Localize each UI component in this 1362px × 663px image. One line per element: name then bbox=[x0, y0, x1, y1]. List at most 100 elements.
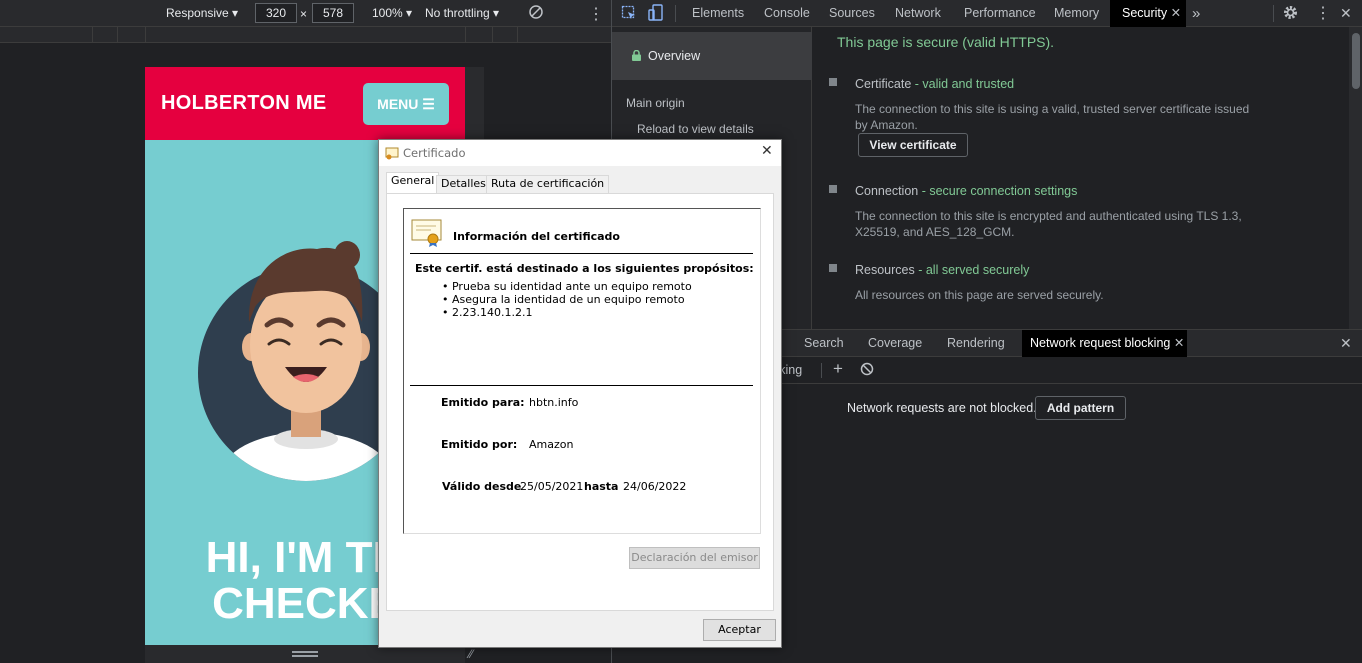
certificate-icon bbox=[385, 146, 399, 163]
security-scrollbar[interactable] bbox=[1349, 27, 1362, 329]
drawer-tab-search[interactable]: Search bbox=[804, 330, 844, 357]
drawer-tab-rendering[interactable]: Rendering bbox=[947, 330, 1005, 357]
close-tab-icon[interactable]: ✕ bbox=[1171, 6, 1181, 20]
menu-button[interactable]: MENU ☰ bbox=[363, 83, 449, 125]
tab-memory[interactable]: Memory bbox=[1054, 0, 1099, 27]
resources-status: - all served securely bbox=[914, 263, 1030, 277]
media-query-ruler bbox=[0, 27, 611, 43]
not-blocked-message: Network requests are not blocked. bbox=[847, 401, 1037, 415]
close-drawer-icon[interactable]: ✕ bbox=[1340, 335, 1352, 352]
more-tabs-icon[interactable]: » bbox=[1192, 0, 1200, 27]
tab-sources[interactable]: Sources bbox=[829, 0, 875, 27]
tab-security[interactable]: Security ✕ bbox=[1110, 0, 1186, 27]
certificate-info-heading: Información del certificado bbox=[453, 230, 620, 243]
more-options-icon[interactable]: ⋮ bbox=[588, 4, 604, 24]
throttling-select[interactable]: No throttling ▾ bbox=[425, 6, 499, 20]
inspect-element-icon[interactable] bbox=[621, 5, 637, 24]
connection-description: The connection to this site is encrypted… bbox=[855, 209, 1242, 239]
valid-to-label: hasta bbox=[584, 480, 619, 493]
close-dialog-icon[interactable]: ✕ bbox=[761, 143, 773, 159]
tab-elements[interactable]: Elements bbox=[692, 0, 744, 27]
resize-handle-icon[interactable] bbox=[292, 651, 318, 653]
tab-details[interactable]: Detalles bbox=[436, 175, 491, 193]
tab-performance[interactable]: Performance bbox=[964, 0, 1036, 27]
toolbar-divider bbox=[1273, 5, 1274, 22]
certificate-status: - valid and trusted bbox=[911, 77, 1015, 91]
tab-network[interactable]: Network bbox=[895, 0, 941, 27]
issued-to-label: Emitido para: bbox=[441, 396, 525, 409]
purpose-heading: Este certif. está destinado a los siguie… bbox=[415, 262, 754, 275]
sidebar-item-reload[interactable]: Reload to view details bbox=[637, 122, 754, 136]
divider bbox=[410, 385, 753, 386]
overview-label: Overview bbox=[648, 49, 701, 63]
divider bbox=[410, 253, 753, 254]
ruler-tick bbox=[465, 27, 466, 43]
issued-by-value: Amazon bbox=[529, 438, 574, 451]
hamburger-icon: ☰ bbox=[422, 96, 435, 112]
resources-heading: Resources - all served securely bbox=[855, 263, 1029, 277]
add-pattern-button[interactable]: Add pattern bbox=[1035, 396, 1126, 420]
resources-description: All resources on this page are served se… bbox=[855, 288, 1104, 302]
devtools-tabbar: Elements Console Sources Network Perform… bbox=[612, 0, 1362, 27]
zoom-select[interactable]: 100% ▾ bbox=[372, 6, 412, 20]
device-toggle-icon[interactable] bbox=[648, 4, 664, 25]
certificate-info-box: Información del certificado Este certif.… bbox=[403, 208, 761, 534]
site-brand[interactable]: HOLBERTON ME bbox=[161, 92, 326, 115]
dialog-titlebar[interactable]: Certificado ✕ bbox=[379, 140, 781, 166]
accept-button[interactable]: Aceptar bbox=[703, 619, 776, 641]
drawer-tab-coverage[interactable]: Coverage bbox=[868, 330, 922, 357]
certificate-info-icon bbox=[411, 219, 443, 250]
ruler-tick bbox=[492, 27, 493, 43]
ruler-tick bbox=[517, 27, 518, 43]
valid-from-value: 25/05/2021 bbox=[520, 480, 584, 493]
device-select[interactable]: Responsive ▾ bbox=[166, 6, 238, 20]
main-origin-heading: Main origin bbox=[626, 96, 685, 110]
tab-general[interactable]: General bbox=[386, 172, 440, 194]
certificate-dialog: Certificado ✕ General Detalles Ruta de c… bbox=[378, 139, 782, 648]
add-icon[interactable]: + bbox=[833, 359, 843, 379]
general-panel: Información del certificado Este certif.… bbox=[386, 193, 774, 611]
drawer-active-tab-label: Network request blocking bbox=[1030, 336, 1171, 350]
ruler-tick bbox=[117, 27, 118, 43]
rotate-icon[interactable] bbox=[528, 4, 544, 23]
customize-menu-icon[interactable]: ⋮ bbox=[1315, 3, 1331, 23]
tab-console[interactable]: Console bbox=[764, 0, 810, 27]
tab-certification-path[interactable]: Ruta de certificación bbox=[486, 175, 610, 193]
height-input[interactable]: 578 bbox=[312, 3, 354, 23]
security-summary: This page is secure (valid HTTPS). bbox=[837, 34, 1055, 50]
drawer-tabbar: Search Coverage Rendering Network reques… bbox=[773, 329, 1362, 357]
certificate-label: Certificate bbox=[855, 77, 912, 91]
toolbar-divider bbox=[821, 363, 822, 378]
valid-to-value: 24/06/2022 bbox=[623, 480, 687, 493]
clear-patterns-icon[interactable] bbox=[860, 362, 874, 379]
sidebar-item-overview[interactable]: Overview bbox=[612, 32, 812, 80]
drawer-toolbar: cking + bbox=[773, 357, 1362, 384]
lock-icon bbox=[632, 49, 641, 64]
toolbar-divider bbox=[675, 5, 676, 22]
ruler-tick bbox=[92, 27, 93, 43]
corner-resize-icon[interactable]: ⁄⁄ bbox=[469, 647, 473, 661]
scrollbar-thumb[interactable] bbox=[1352, 33, 1360, 89]
view-certificate-button[interactable]: View certificate bbox=[858, 133, 968, 157]
valid-from-label: Válido desde bbox=[442, 480, 522, 493]
resize-handle-icon[interactable] bbox=[292, 655, 318, 657]
certificate-heading: Certificate - valid and trusted bbox=[855, 77, 1014, 91]
ruler-tick bbox=[145, 27, 146, 43]
issued-to-value: hbtn.info bbox=[529, 396, 579, 409]
zoom-label: 100% bbox=[372, 6, 403, 20]
settings-gear-icon[interactable] bbox=[1282, 4, 1299, 24]
issuer-statement-button[interactable]: Declaración del emisor bbox=[629, 547, 760, 569]
connection-status: - secure connection settings bbox=[918, 184, 1078, 198]
bullet-icon bbox=[829, 185, 837, 193]
bullet-icon bbox=[829, 264, 837, 272]
issued-by-label: Emitido por: bbox=[441, 438, 518, 451]
device-toolbar: Responsive ▾ 320 × 578 100% ▾ No throttl… bbox=[0, 0, 611, 27]
dimension-separator: × bbox=[300, 7, 308, 21]
width-input[interactable]: 320 bbox=[255, 3, 297, 23]
close-devtools-icon[interactable]: ✕ bbox=[1340, 5, 1352, 22]
device-select-label: Responsive bbox=[166, 6, 229, 20]
drawer-tab-network-request-blocking[interactable]: Network request blocking ✕ bbox=[1022, 330, 1187, 357]
certificate-description: The connection to this site is using a v… bbox=[855, 102, 1250, 132]
dialog-title: Certificado bbox=[403, 146, 466, 160]
close-tab-icon[interactable]: ✕ bbox=[1174, 336, 1184, 350]
